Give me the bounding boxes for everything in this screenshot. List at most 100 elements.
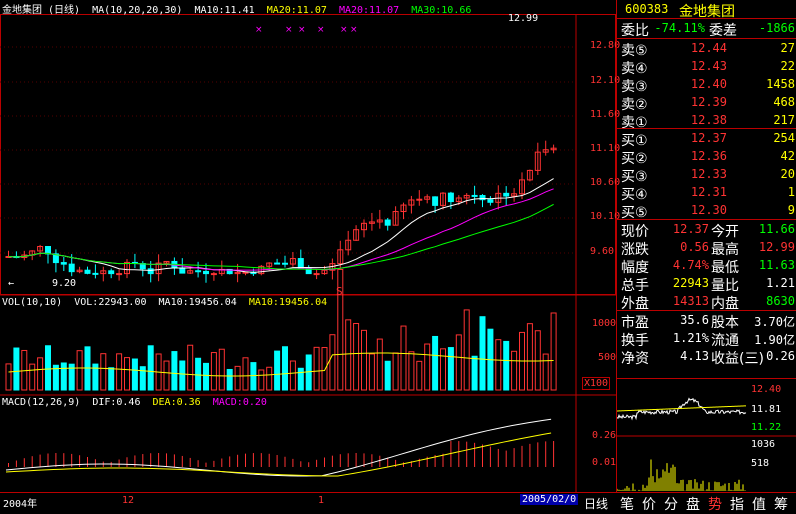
tab-tick[interactable]: 笔 xyxy=(620,494,634,514)
candle-body xyxy=(195,270,202,273)
candle-body xyxy=(447,192,454,203)
weicha-label: 委差 xyxy=(709,23,737,39)
volume-bar xyxy=(503,340,510,391)
tab-trend[interactable]: 势 xyxy=(708,494,722,514)
date-tick-12: 12 xyxy=(122,495,135,506)
buy-row: 买① 12.37 254 xyxy=(617,129,796,149)
volume-bar xyxy=(471,355,478,391)
candle-body xyxy=(313,273,320,276)
weibi-label: 委比 xyxy=(621,23,649,39)
volume-bar xyxy=(440,348,446,391)
volume-bar xyxy=(479,316,486,391)
stat-row: 现价 12.37 今开 11.66 xyxy=(617,220,796,240)
volume-bar xyxy=(5,363,12,391)
candle-body xyxy=(487,199,494,203)
intraday-mini-chart[interactable]: 12.40 11.81 11.22 1036 518 xyxy=(616,378,796,493)
candle-body xyxy=(471,194,478,197)
stock-code: 600383 xyxy=(625,2,669,16)
volume-bar xyxy=(203,362,209,391)
tab-value[interactable]: 值 xyxy=(752,494,766,514)
volume-bar xyxy=(511,350,518,391)
sell-price: 12.38 xyxy=(690,113,727,127)
tab-minute[interactable]: 分 xyxy=(664,494,678,514)
buy-volume: 1 xyxy=(787,185,795,199)
volume-bar xyxy=(124,357,130,391)
tab-price[interactable]: 价 xyxy=(642,494,656,514)
buy-volume: 42 xyxy=(780,149,795,163)
chart-title: 金地集团 (日线) xyxy=(2,5,81,16)
volume-bar xyxy=(131,358,138,391)
kline-chart-svg[interactable]: × × × × × × xyxy=(0,0,616,492)
stat-value: 11.63 xyxy=(758,258,795,272)
macd-legend-2: DEA:0.36 xyxy=(152,397,201,408)
fund-value: 4.13 xyxy=(680,349,709,363)
volume-bar xyxy=(179,360,186,391)
volume-bar xyxy=(384,360,391,391)
candle-body xyxy=(179,267,186,274)
volume-bar xyxy=(400,325,407,391)
volume-bar xyxy=(534,330,541,391)
sell-volume: 27 xyxy=(780,41,795,55)
divider xyxy=(616,38,796,39)
volume-bar xyxy=(29,363,36,391)
price-tick-6: 9.60 xyxy=(590,246,615,257)
volume-bar xyxy=(463,309,470,391)
candle-body xyxy=(416,198,423,201)
volume-bar xyxy=(108,367,115,391)
fund-row: 净资 4.13 收益(三) 0.26 xyxy=(617,347,796,367)
vol-legend-2: MA10:19456.04 xyxy=(158,297,237,308)
sell-row: 卖③ 12.40 1458 xyxy=(617,75,796,95)
tab-chips[interactable]: 筹 xyxy=(774,494,788,514)
tab-index[interactable]: 指 xyxy=(730,494,744,514)
sell-volume: 217 xyxy=(773,113,795,127)
mini-vol-0: 1036 xyxy=(751,439,776,450)
kline-chart-area[interactable]: × × × × × × 金地集团 (日线) MA(10,20,20,30) MA10:11… xyxy=(0,0,620,510)
stat-row: 幅度 4.74% 最低 11.63 xyxy=(617,256,796,276)
candle-body xyxy=(60,262,67,265)
dif-line xyxy=(5,418,552,477)
volume-bar xyxy=(274,350,281,391)
macd-legend-0: MACD(12,26,9) xyxy=(2,397,81,408)
date-start: 2004年 xyxy=(3,499,38,510)
volume-bar xyxy=(218,348,225,391)
macd-legend-1: DIF:0.46 xyxy=(92,397,141,408)
volume-bar xyxy=(345,319,352,391)
volume-bar xyxy=(289,360,296,391)
signal-mark: S xyxy=(336,285,343,298)
volume-bar xyxy=(297,367,304,391)
sell-row: 卖⑤ 12.44 27 xyxy=(617,39,796,59)
divider xyxy=(616,128,796,129)
divider xyxy=(616,18,796,19)
vol-legend: VOL(10,10) VOL:22943.00 MA10:19456.04 MA… xyxy=(2,297,333,308)
vol-legend-0: VOL(10,10) xyxy=(2,297,63,308)
tab-daily[interactable]: 日线 xyxy=(584,495,608,512)
fund-value: 35.6 xyxy=(680,313,709,327)
signal-marker: × xyxy=(317,25,325,35)
stat-value: 12.99 xyxy=(758,240,795,254)
volume-bar xyxy=(171,351,178,391)
mini-price-1: 11.81 xyxy=(751,404,782,415)
tab-board[interactable]: 盘 xyxy=(686,494,700,514)
mini-price-2: 11.22 xyxy=(751,422,782,433)
stat-row: 总手 22943 量比 1.21 xyxy=(617,274,796,294)
volume-bar xyxy=(266,366,273,391)
fund-row: 市盈 35.6 股本 3.70亿 xyxy=(617,311,796,331)
fund-value: 1.21% xyxy=(672,331,709,345)
buy-volume: 9 xyxy=(787,203,795,217)
candle-body xyxy=(282,262,288,265)
sell-row: 卖① 12.38 217 xyxy=(617,111,796,131)
buy-price: 12.30 xyxy=(690,203,727,217)
candle-body xyxy=(203,270,209,275)
candle-body xyxy=(45,246,51,255)
date-tick-1: 1 xyxy=(318,495,325,506)
vol-legend-1: VOL:22943.00 xyxy=(74,297,147,308)
volume-bar xyxy=(495,339,502,391)
volume-bar xyxy=(329,334,336,391)
volume-bar xyxy=(416,360,423,391)
sell-row: 卖② 12.39 468 xyxy=(617,93,796,113)
volume-bar xyxy=(187,344,194,391)
volume-bar xyxy=(550,312,557,391)
volume-bar xyxy=(242,357,249,391)
volume-bar xyxy=(392,352,399,391)
fund-row: 换手 1.21% 流通 1.90亿 xyxy=(617,329,796,349)
